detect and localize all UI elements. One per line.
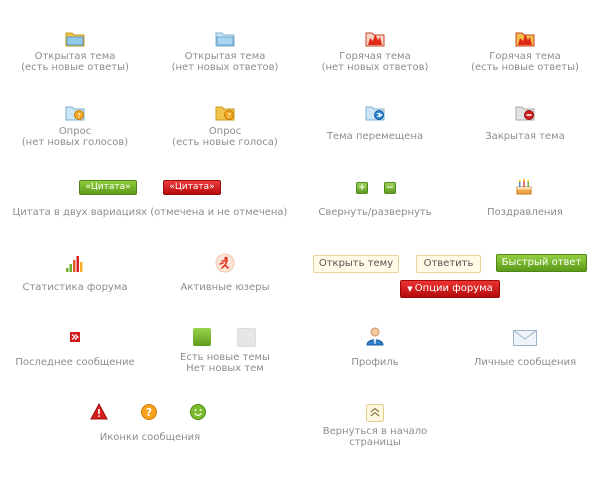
caption-closed: Закрытая тема: [485, 131, 565, 142]
open-topic-button[interactable]: Открыть тему: [313, 255, 399, 273]
caption-new-topics: Есть новые темы Нет новых тем: [180, 352, 270, 374]
dropdown-arrow-icon: ▼: [407, 285, 415, 293]
reply-button[interactable]: Ответить: [416, 255, 481, 273]
poll-folder-icon: ?: [65, 104, 85, 121]
forum-options-label: Опции форума: [414, 283, 493, 294]
quote-button-checked[interactable]: «Цитата»: [79, 180, 137, 195]
caption-last-post: Последнее сообщение: [15, 357, 135, 368]
caption-moved: Тема перемещена: [326, 131, 424, 142]
svg-text:?: ?: [77, 112, 81, 120]
caption-back-to-top: Вернуться в начало страницы: [322, 426, 428, 448]
caption-post-icons: Иконки сообщения: [99, 432, 201, 443]
birthday-cake-icon: [515, 178, 533, 196]
back-to-top-icon[interactable]: [366, 404, 384, 422]
caption-poll-new: Опрос (есть новые голоса): [172, 126, 278, 148]
smile-icon: [190, 404, 206, 420]
svg-text:?: ?: [146, 406, 152, 419]
envelope-icon[interactable]: [513, 330, 537, 346]
caption-open-new: Открытая тема (есть новые ответы): [21, 51, 129, 73]
no-new-topics-indicator: [237, 328, 256, 347]
last-post-icon: [70, 332, 80, 342]
active-users-icon: [215, 253, 235, 273]
caption-active: Активные юзеры: [180, 282, 270, 293]
forum-options-button[interactable]: ▼ Опции форума: [400, 280, 500, 298]
caption-quote: Цитата в двух вариациях (отмечена и не о…: [12, 207, 288, 218]
new-topics-indicator: [193, 328, 211, 346]
expand-button[interactable]: +: [356, 182, 368, 194]
quick-reply-button[interactable]: Быстрый ответ: [496, 254, 587, 272]
folder-new-icon: [65, 30, 85, 47]
svg-text:?: ?: [227, 112, 231, 120]
collapse-button[interactable]: −: [384, 182, 396, 194]
warning-icon: [90, 403, 108, 420]
quote-button-unchecked[interactable]: «Цитата»: [163, 180, 221, 195]
caption-pm: Личные сообщения: [473, 357, 577, 368]
caption-collapse: Свернуть/развернуть: [318, 207, 432, 218]
caption-hot-new: Горячая тема (нет новых ответов): [321, 51, 429, 73]
poll-folder-new-icon: ?: [215, 104, 235, 121]
hot-folder-new-icon: [515, 29, 535, 47]
folder-icon: [215, 30, 235, 47]
question-icon: ?: [141, 404, 157, 420]
closed-folder-icon: [515, 104, 535, 121]
profile-icon[interactable]: [365, 326, 385, 346]
stats-icon: [66, 254, 84, 272]
moved-folder-icon: [365, 104, 385, 121]
caption-open-none: Открытая тема (нет новых ответов): [171, 51, 279, 73]
caption-stats: Статистика форума: [22, 282, 128, 293]
caption-hot-none: Горячая тема (есть новые ответы): [471, 51, 579, 73]
caption-poll-none: Опрос (нет новых голосов): [21, 126, 129, 148]
hot-folder-icon: [365, 29, 385, 47]
caption-birthday: Поздравления: [487, 207, 563, 218]
caption-profile: Профиль: [351, 357, 399, 368]
